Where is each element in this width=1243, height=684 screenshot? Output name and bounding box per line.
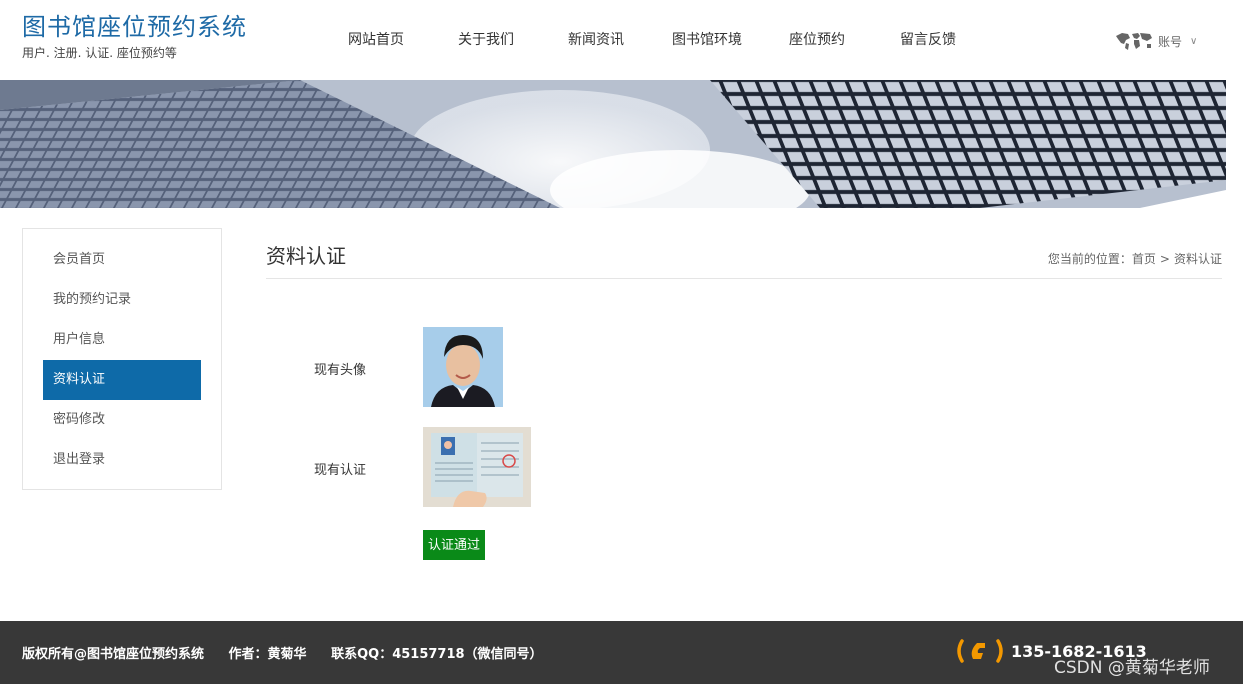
csdn-watermark: CSDN @黄菊华老师 [1054, 658, 1210, 678]
breadcrumb: 您当前的位置：首页 > 资料认证 [1048, 250, 1222, 267]
site-footer: 版权所有@图书馆座位预约系统 作者：黄菊华 联系QQ：45157718（微信同号… [0, 621, 1243, 684]
account-menu[interactable]: 账号 ∨ [1114, 30, 1197, 52]
phone-icon [957, 639, 1003, 663]
cert-label: 现有认证 [314, 463, 367, 478]
nav-item-news[interactable]: 新闻资讯 [540, 0, 652, 80]
sidebar-item-booking-records[interactable]: 我的预约记录 [43, 280, 201, 320]
certificate-photo [423, 427, 531, 507]
cert-row: 现有认证 [266, 427, 866, 507]
chevron-down-icon: ∨ [1190, 35, 1198, 47]
avatar-row: 现有头像 [266, 327, 866, 407]
avatar [423, 327, 503, 407]
sidebar-item-logout[interactable]: 退出登录 [43, 440, 201, 480]
nav-item-environment[interactable]: 图书馆环境 [652, 0, 762, 80]
nav-item-home[interactable]: 网站首页 [320, 0, 432, 80]
content-header: 资料认证 您当前的位置：首页 > 资料认证 [266, 228, 1222, 279]
footer-author: 作者：黄菊华 [228, 647, 307, 662]
member-sidebar: 会员首页 我的预约记录 用户信息 资料认证 密码修改 退出登录 [22, 228, 222, 490]
breadcrumb-home-link[interactable]: 首页 [1132, 252, 1156, 266]
sidebar-item-user-info[interactable]: 用户信息 [43, 320, 201, 360]
nav-item-about[interactable]: 关于我们 [432, 0, 540, 80]
main-nav: 网站首页 关于我们 新闻资讯 图书馆环境 座位预约 留言反馈 [320, 0, 984, 80]
world-map-icon [1116, 33, 1152, 50]
sidebar-item-member-home[interactable]: 会员首页 [43, 240, 201, 280]
footer-copyright: 版权所有@图书馆座位预约系统 [22, 647, 205, 662]
site-subtitle: 用户. 注册. 认证. 座位预约等 [22, 46, 177, 60]
sidebar-item-verification[interactable]: 资料认证 [43, 360, 201, 400]
certificate-image [423, 427, 531, 507]
avatar-label: 现有头像 [314, 363, 367, 378]
breadcrumb-separator: > [1159, 252, 1170, 266]
site-title: 图书馆座位预约系统 [22, 13, 247, 41]
banner-image [0, 80, 1226, 208]
sidebar-item-change-password[interactable]: 密码修改 [43, 400, 201, 440]
site-logo[interactable]: 图书馆座位预约系统 用户. 注册. 认证. 座位预约等 [22, 12, 247, 61]
skyscraper-banner [0, 80, 1226, 208]
verification-passed-button[interactable]: 认证通过 [423, 530, 486, 560]
avatar-photo [423, 327, 503, 407]
page-title: 资料认证 [266, 244, 346, 268]
footer-contact: 联系QQ：45157718（微信同号） [331, 647, 543, 662]
footer-info: 版权所有@图书馆座位预约系统 作者：黄菊华 联系QQ：45157718（微信同号… [22, 643, 563, 662]
breadcrumb-current: 资料认证 [1173, 252, 1222, 266]
nav-item-seat-booking[interactable]: 座位预约 [762, 0, 872, 80]
account-label: 账号 [1158, 34, 1183, 49]
main-content: 资料认证 您当前的位置：首页 > 资料认证 现有头像 现有认证 认证通过 [266, 228, 1222, 560]
site-header: 图书馆座位预约系统 用户. 注册. 认证. 座位预约等 网站首页 关于我们 新闻… [0, 0, 1243, 80]
breadcrumb-prefix: 您当前的位置： [1047, 252, 1132, 266]
nav-item-feedback[interactable]: 留言反馈 [872, 0, 984, 80]
